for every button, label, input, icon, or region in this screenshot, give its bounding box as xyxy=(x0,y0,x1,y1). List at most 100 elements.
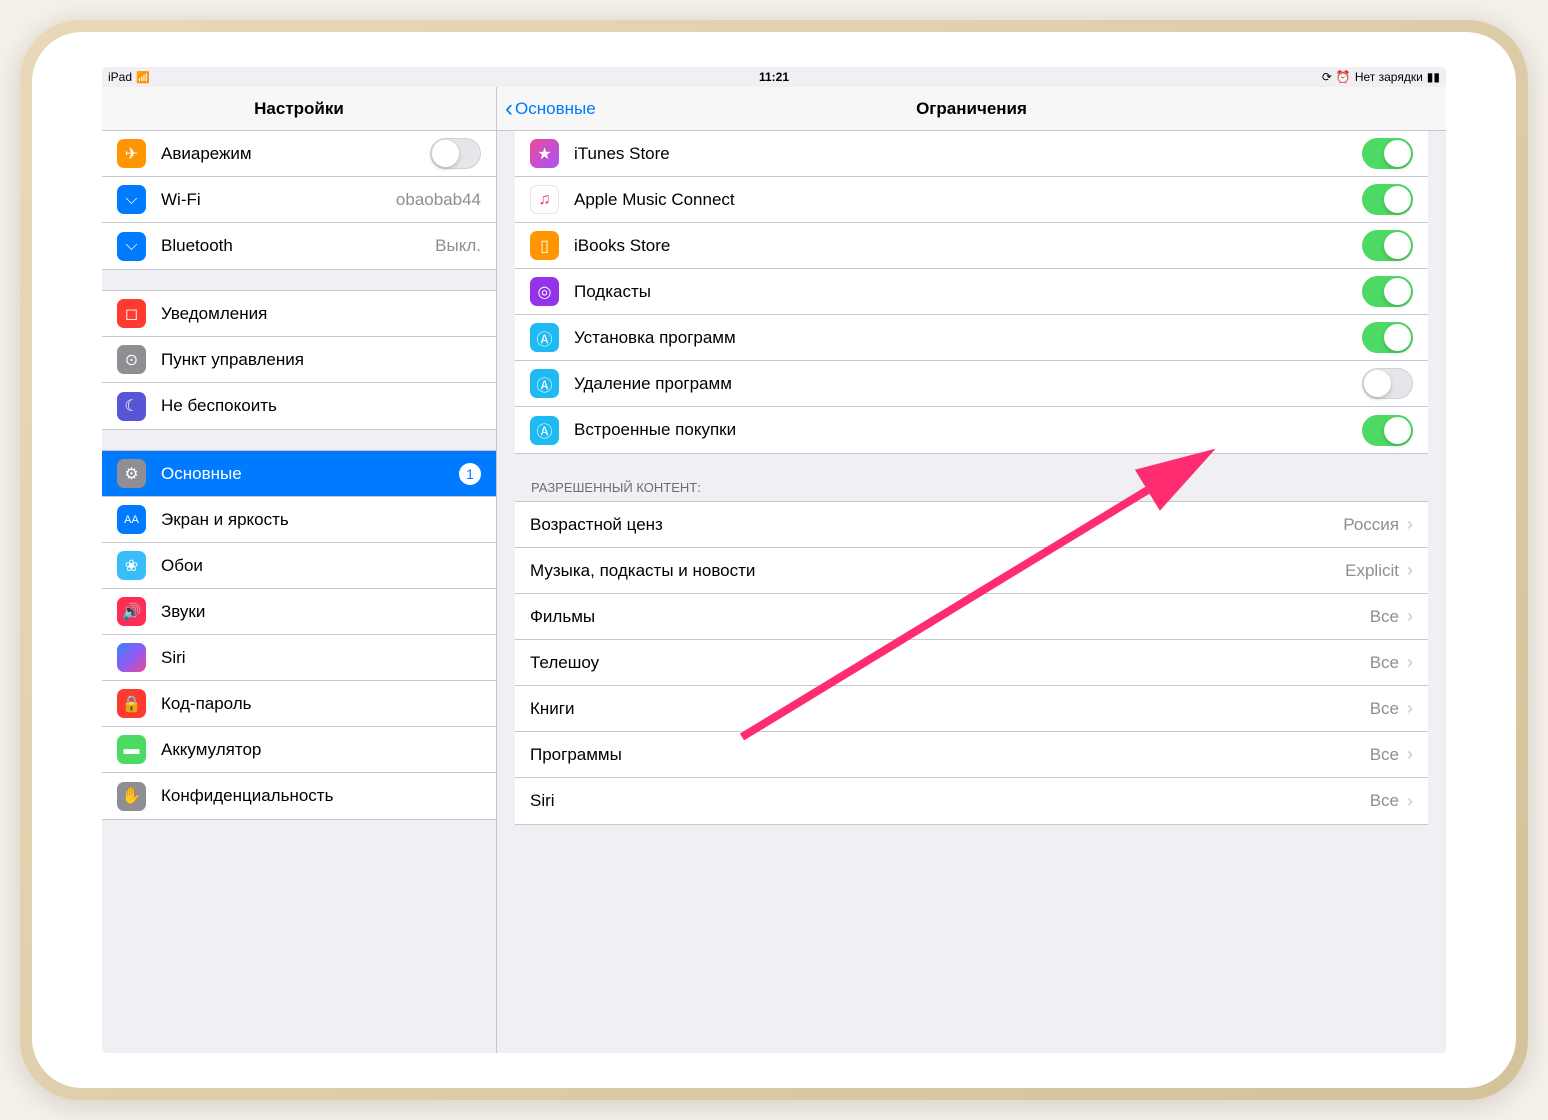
chevron-right-icon: › xyxy=(1407,791,1413,812)
bluetooth-icon: ⌵ xyxy=(117,232,146,261)
sidebar-item-detail: obaobab44 xyxy=(396,190,481,210)
clock: 11:21 xyxy=(759,70,789,84)
sidebar-item-wallpaper[interactable]: ❀ Обои xyxy=(102,543,496,589)
ipad-frame: iPad 11:21 ⟳ ⏰ Нет зарядки ▮▮ Настройки xyxy=(20,20,1528,1100)
orientation-lock-icon: ⟳ xyxy=(1322,70,1332,84)
content-row-apps[interactable]: ПрограммыВсе› xyxy=(515,732,1428,778)
toggle-label: Удаление программ xyxy=(574,374,1362,394)
podcasts-toggle[interactable] xyxy=(1362,276,1413,307)
sidebar-item-sounds[interactable]: 🔊Звуки xyxy=(102,589,496,635)
sidebar-item-siri[interactable]: Siri xyxy=(102,635,496,681)
sidebar-item-battery[interactable]: ▬ Аккумулятор xyxy=(102,727,496,773)
toggle-row-podcasts: ◎Подкасты xyxy=(515,269,1428,315)
alarm-icon: ⏰ xyxy=(1336,70,1351,84)
ibooks-toggle[interactable] xyxy=(1362,230,1413,261)
sidebar-item-passcode[interactable]: 🔒Код-пароль xyxy=(102,681,496,727)
notifications-icon: ◻ xyxy=(117,299,146,328)
toggle-label: Встроенные покупки xyxy=(574,420,1362,440)
main-panel: ‹ Основные Ограничения ★iTunes Store♫App… xyxy=(497,87,1446,1053)
back-label: Основные xyxy=(515,99,596,119)
content-label: Фильмы xyxy=(530,607,1370,627)
content-section-header: РАЗРЕШЕННЫЙ КОНТЕНТ: xyxy=(515,474,1428,501)
content-label: Siri xyxy=(530,791,1370,811)
content-label: Книги xyxy=(530,699,1370,719)
toggle-label: iTunes Store xyxy=(574,144,1362,164)
sidebar-item-label: Экран и яркость xyxy=(161,510,481,530)
airplane-toggle[interactable] xyxy=(430,138,481,169)
sidebar-item-label: Аккумулятор xyxy=(161,740,481,760)
content-label: Музыка, подкасты и новости xyxy=(530,561,1345,581)
sidebar-item-label: Пункт управления xyxy=(161,350,481,370)
toggle-label: Установка программ xyxy=(574,328,1362,348)
sidebar-item-notifications[interactable]: ◻ Уведомления xyxy=(102,291,496,337)
control-icon: ⊙ xyxy=(117,345,146,374)
toggle-row-install: Ⓐ Установка программ xyxy=(515,315,1428,361)
chevron-left-icon: ‹ xyxy=(505,97,513,121)
sidebar-item-label: Siri xyxy=(161,648,481,668)
content-detail: Все xyxy=(1370,745,1399,765)
inapp-toggle[interactable] xyxy=(1362,415,1413,446)
sidebar-item-control[interactable]: ⊙ Пункт управления xyxy=(102,337,496,383)
display-icon: AA xyxy=(117,505,146,534)
content-row-siri[interactable]: SiriВсе › xyxy=(515,778,1428,824)
back-button[interactable]: ‹ Основные xyxy=(505,97,596,121)
sidebar-item-label: Уведомления xyxy=(161,304,481,324)
content-row-rating[interactable]: Возрастной цензРоссия› xyxy=(515,502,1428,548)
applemusic-toggle[interactable] xyxy=(1362,184,1413,215)
settings-sidebar: Настройки ✈Авиарежим⌵Wi-Fiobaobab44⌵Blue… xyxy=(102,87,497,1053)
content-detail: Explicit xyxy=(1345,561,1399,581)
sidebar-item-label: Авиарежим xyxy=(161,144,430,164)
dnd-icon: ☾ xyxy=(117,392,146,421)
chevron-right-icon: › xyxy=(1407,514,1413,535)
battery-icon: ▮▮ xyxy=(1427,70,1440,84)
chevron-right-icon: › xyxy=(1407,744,1413,765)
general-icon: ⚙ xyxy=(117,459,146,488)
sidebar-item-airplane[interactable]: ✈Авиарежим xyxy=(102,131,496,177)
content-detail: Все xyxy=(1370,699,1399,719)
sounds-icon: 🔊 xyxy=(117,597,146,626)
toggle-row-inapp: ⒶВстроенные покупки xyxy=(515,407,1428,453)
chevron-right-icon: › xyxy=(1407,606,1413,627)
delete-toggle[interactable] xyxy=(1362,368,1413,399)
chevron-right-icon: › xyxy=(1407,698,1413,719)
toggle-row-itunes: ★iTunes Store xyxy=(515,131,1428,177)
sidebar-item-display[interactable]: AA Экран и яркость xyxy=(102,497,496,543)
content-detail: Все xyxy=(1370,791,1399,811)
install-toggle[interactable] xyxy=(1362,322,1413,353)
sidebar-item-general[interactable]: ⚙Основные1 xyxy=(102,451,496,497)
battery-icon: ▬ xyxy=(117,735,146,764)
sidebar-item-label: Обои xyxy=(161,556,481,576)
privacy-icon: ✋ xyxy=(117,782,146,811)
device-label: iPad xyxy=(108,70,132,84)
sidebar-item-label: Основные xyxy=(161,464,459,484)
content-detail: Все xyxy=(1370,653,1399,673)
sidebar-item-label: Не беспокоить xyxy=(161,396,481,416)
page-title: Ограничения xyxy=(916,99,1027,119)
content-section: Возрастной цензРоссия›Музыка, подкасты и… xyxy=(515,501,1428,825)
content-row-movies[interactable]: ФильмыВсе› xyxy=(515,594,1428,640)
main-list[interactable]: ★iTunes Store♫Apple Music Connect▯iBooks… xyxy=(497,131,1446,1053)
sidebar-item-label: Конфиденциальность xyxy=(161,786,481,806)
content-row-tv[interactable]: ТелешоуВсе› xyxy=(515,640,1428,686)
sidebar-item-label: Wi-Fi xyxy=(161,190,396,210)
itunes-toggle[interactable] xyxy=(1362,138,1413,169)
sidebar-item-privacy[interactable]: ✋ Конфиденциальность xyxy=(102,773,496,819)
main-header: ‹ Основные Ограничения xyxy=(497,87,1446,131)
sidebar-list[interactable]: ✈Авиарежим⌵Wi-Fiobaobab44⌵BluetoothВыкл.… xyxy=(102,131,496,1053)
toggle-section: ★iTunes Store♫Apple Music Connect▯iBooks… xyxy=(515,131,1428,454)
delete-icon: Ⓐ xyxy=(530,369,559,398)
content-row-books[interactable]: КнигиВсе › xyxy=(515,686,1428,732)
sidebar-item-label: Код-пароль xyxy=(161,694,481,714)
sidebar-item-wifi[interactable]: ⌵Wi-Fiobaobab44 xyxy=(102,177,496,223)
wallpaper-icon: ❀ xyxy=(117,551,146,580)
install-icon: Ⓐ xyxy=(530,323,559,352)
sidebar-item-bluetooth[interactable]: ⌵BluetoothВыкл. xyxy=(102,223,496,269)
siri-icon xyxy=(117,643,146,672)
toggle-row-ibooks: ▯iBooks Store xyxy=(515,223,1428,269)
chevron-right-icon: › xyxy=(1407,560,1413,581)
content-row-music[interactable]: Музыка, подкасты и новостиExplicit › xyxy=(515,548,1428,594)
sidebar-item-dnd[interactable]: ☾ Не беспокоить xyxy=(102,383,496,429)
battery-label: Нет зарядки xyxy=(1355,70,1423,84)
toggle-row-delete: Ⓐ Удаление программ xyxy=(515,361,1428,407)
ipad-bezel: iPad 11:21 ⟳ ⏰ Нет зарядки ▮▮ Настройки xyxy=(32,32,1516,1088)
